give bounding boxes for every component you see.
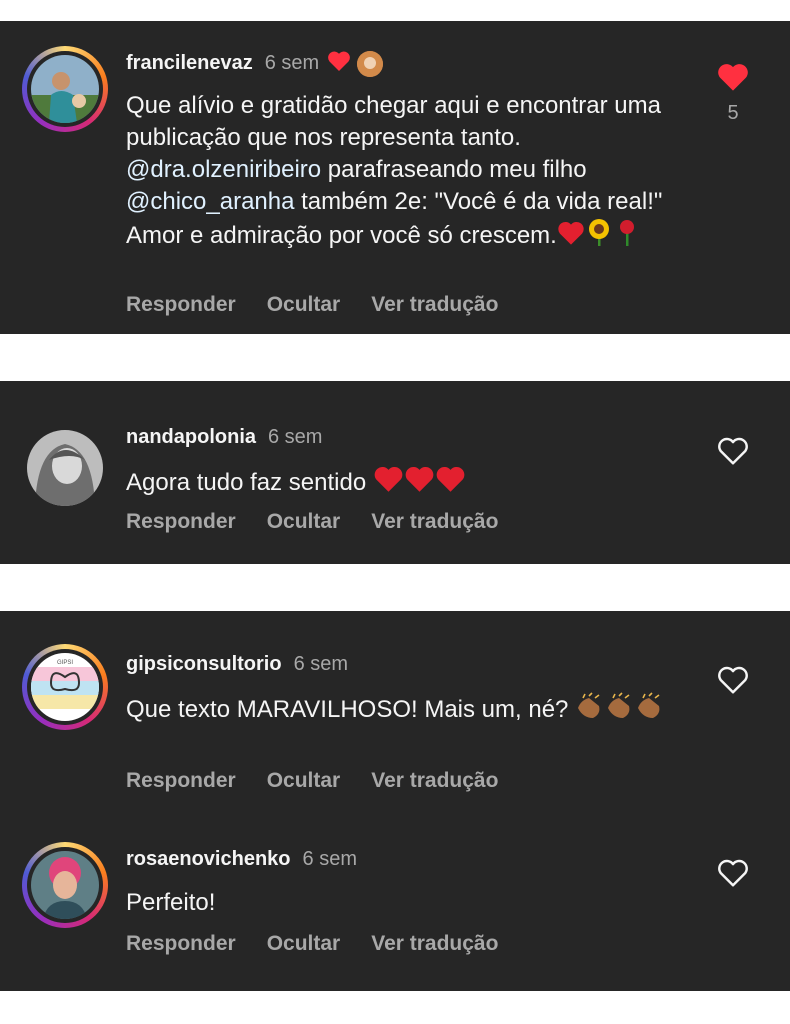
hide-button[interactable]: Ocultar: [267, 769, 341, 793]
like-count[interactable]: 5: [726, 102, 740, 125]
like-heart-outline-icon[interactable]: [716, 436, 750, 466]
clapping-hands-emoji: [635, 692, 665, 729]
timestamp: 6 sem: [293, 653, 349, 675]
heart-emoji: [557, 220, 585, 255]
avatar-story-ring[interactable]: [22, 842, 108, 928]
avatar: [31, 851, 99, 919]
username[interactable]: gipsiconsultorio: [126, 653, 282, 676]
username[interactable]: francilenevaz: [126, 52, 253, 75]
comment-text: Que alívio e gratidão chegar aqui e enco…: [126, 90, 686, 255]
creator-avatar: [357, 50, 384, 77]
translate-button[interactable]: Ver tradução: [371, 932, 498, 956]
avatar-story-ring[interactable]: [22, 46, 108, 132]
heart-emoji: [373, 465, 404, 502]
hide-button[interactable]: Ocultar: [267, 932, 341, 956]
avatar-story-ring[interactable]: GIPSI: [22, 644, 108, 730]
reply-button[interactable]: Responder: [126, 932, 236, 956]
hide-button[interactable]: Ocultar: [267, 510, 341, 534]
timestamp: 6 sem: [264, 52, 320, 74]
hide-button[interactable]: Ocultar: [267, 293, 341, 317]
avatar[interactable]: [22, 425, 108, 511]
comment-block: francilenevaz 6 sem Que alívio e gratidã…: [0, 21, 790, 334]
translate-button[interactable]: Ver tradução: [371, 293, 498, 317]
timestamp: 6 sem: [302, 848, 357, 870]
reply-button[interactable]: Responder: [126, 293, 236, 317]
username[interactable]: nandapolonia: [126, 426, 256, 449]
clapping-hands-emoji: [605, 692, 635, 729]
avatar: [31, 55, 99, 123]
reply-button[interactable]: Responder: [126, 769, 236, 793]
heart-emoji: [435, 465, 466, 502]
comment-text: Que texto MARAVILHOSO! Mais um, né?: [126, 692, 686, 729]
creator-liked-heart-icon: [327, 50, 351, 77]
comment-text: Agora tudo faz sentido: [126, 465, 686, 502]
comment-text: Perfeito!: [126, 889, 216, 916]
timestamp: 6 sem: [268, 426, 323, 448]
rose-emoji: [613, 218, 641, 255]
comment-block: GIPSI gipsiconsultorio 6 sem Que texto M…: [0, 611, 790, 991]
clapping-hands-emoji: [575, 692, 605, 729]
translate-button[interactable]: Ver tradução: [371, 769, 498, 793]
username[interactable]: rosaenovichenko: [126, 848, 291, 871]
reply-button[interactable]: Responder: [126, 510, 236, 534]
like-heart-icon[interactable]: [716, 62, 750, 92]
like-heart-outline-icon[interactable]: [716, 858, 750, 888]
avatar-photo: [27, 430, 103, 506]
translate-button[interactable]: Ver tradução: [371, 510, 498, 534]
mention-link[interactable]: @dra.olzeniribeiro: [126, 156, 321, 183]
comment-block: nandapolonia 6 sem Agora tudo faz sentid…: [0, 381, 790, 564]
avatar-logo-text: GIPSI: [57, 660, 73, 666]
avatar: GIPSI: [31, 653, 99, 721]
like-heart-outline-icon[interactable]: [716, 665, 750, 695]
heart-emoji: [404, 465, 435, 502]
sunflower-emoji: [585, 218, 613, 255]
mention-link[interactable]: @chico_aranha: [126, 188, 294, 215]
